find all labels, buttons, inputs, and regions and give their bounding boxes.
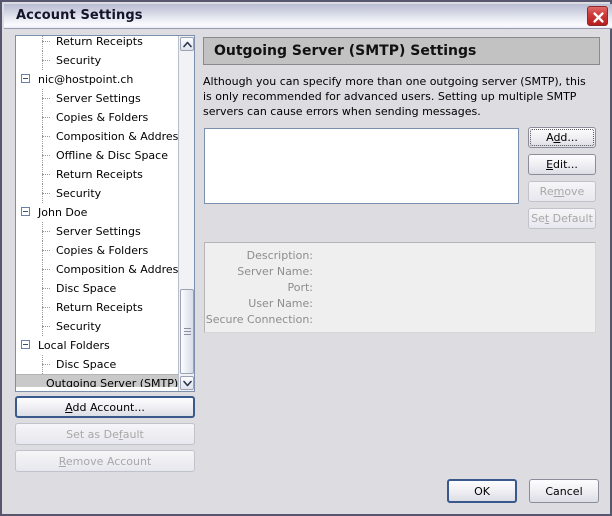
add-account-label: Add Account... <box>65 400 145 414</box>
cancel-button[interactable]: Cancel <box>529 479 599 503</box>
tree-line <box>42 155 50 157</box>
tree-item[interactable]: Security <box>16 184 178 203</box>
cancel-label: Cancel <box>545 484 583 498</box>
ok-button[interactable]: OK <box>447 479 517 503</box>
close-icon[interactable] <box>587 6 608 26</box>
tree-item[interactable]: Return Receipts <box>16 35 178 51</box>
title-bar: Account Settings <box>4 4 612 29</box>
tree-item-label: Return Receipts <box>56 35 143 48</box>
tree-scrollbar[interactable] <box>178 36 194 391</box>
chevron-up-icon[interactable] <box>180 37 194 51</box>
tree-item-label: Copies & Folders <box>56 111 149 124</box>
edit-server-label: Edit... <box>546 158 578 171</box>
tree-item[interactable]: Return Receipts <box>16 165 178 184</box>
detail-label: Server Name: <box>237 265 313 278</box>
tree-item-label: Return Receipts <box>56 168 143 181</box>
tree-item-label: John Doe <box>38 206 88 219</box>
detail-label: User Name: <box>248 297 313 310</box>
panel-description: Although you can specify more than one o… <box>203 75 586 118</box>
server-details-panel: Description: Server Name: Port: User Name: S… <box>204 242 596 333</box>
tree-line <box>42 41 50 43</box>
tree-item[interactable]: Return Receipts <box>16 298 178 317</box>
tree-line <box>42 307 50 309</box>
tree-line <box>42 117 50 119</box>
tree-item-label: Server Settings <box>56 92 141 105</box>
tree-item-label: Composition & Addressing <box>56 263 178 276</box>
remove-server-button[interactable]: Remove <box>528 181 596 202</box>
page-title: Outgoing Server (SMTP) Settings <box>214 43 477 59</box>
tree-item-label: Composition & Addressing <box>56 130 178 143</box>
collapse-icon[interactable] <box>21 340 30 349</box>
tree-item-label: Server Settings <box>56 225 141 238</box>
tree-item[interactable]: Server Settings <box>16 222 178 241</box>
accounts-tree[interactable]: Return Receipts Security nic@hostpoint.ch S… <box>15 35 195 392</box>
collapse-icon[interactable] <box>21 74 30 83</box>
tree-item[interactable]: John Doe <box>16 203 178 222</box>
tree-line <box>42 36 44 51</box>
tree-item-label: Security <box>56 187 102 200</box>
remove-server-label: Remove <box>539 185 585 198</box>
tree-item[interactable]: Copies & Folders <box>16 108 178 127</box>
set-as-default-button[interactable]: Set as Default <box>15 423 195 445</box>
detail-label: Port: <box>287 281 313 294</box>
tree-item-label: nic@hostpoint.ch <box>38 73 134 86</box>
set-default-server-button[interactable]: Set Default <box>528 208 596 229</box>
tree-line <box>42 136 50 138</box>
account-settings-dialog: Account Settings Return Receipts Security… <box>0 0 612 516</box>
tree-item[interactable]: Security <box>16 51 178 70</box>
tree-item-label: Outgoing Server (SMTP) <box>46 377 178 387</box>
tree-item-label: Copies & Folders <box>56 244 149 257</box>
tree-item[interactable]: Security <box>16 317 178 336</box>
set-default-server-label: Set Default <box>531 212 593 225</box>
tree-item-label: Security <box>56 54 102 67</box>
tree-item-label: Security <box>56 320 102 333</box>
tree-item[interactable]: Offline & Disc Space <box>16 146 178 165</box>
tree-item-label: Local Folders <box>38 339 110 352</box>
ok-label: OK <box>474 484 490 498</box>
detail-label: Description: <box>246 249 313 262</box>
set-as-default-label: Set as Default <box>66 427 144 441</box>
tree-item-label: Disc Space <box>56 282 117 295</box>
tree-line <box>42 364 50 366</box>
add-account-button[interactable]: Add Account... <box>15 396 195 418</box>
panel-header: Outgoing Server (SMTP) Settings <box>203 37 600 65</box>
tree-item[interactable]: nic@hostpoint.ch <box>16 70 178 89</box>
edit-server-button[interactable]: Edit... <box>528 154 596 175</box>
tree-item[interactable]: Composition & Addressing <box>16 260 178 279</box>
tree-line <box>42 60 50 62</box>
tree-item[interactable]: Local Folders <box>16 336 178 355</box>
tree-item[interactable]: Outgoing Server (SMTP) <box>16 374 178 387</box>
tree-line <box>42 231 50 233</box>
collapse-icon[interactable] <box>21 207 30 216</box>
tree-item-label: Return Receipts <box>56 301 143 314</box>
scrollbar-grip-icon <box>184 327 191 335</box>
chevron-down-icon[interactable] <box>180 376 194 390</box>
add-server-button[interactable]: Add... <box>528 127 596 148</box>
tree-line <box>42 193 50 195</box>
smtp-server-list[interactable] <box>204 128 519 204</box>
tree-line <box>42 98 50 100</box>
tree-item[interactable]: Server Settings <box>16 89 178 108</box>
tree-line <box>42 288 50 290</box>
window-title: Account Settings <box>16 8 143 23</box>
detail-label: Secure Connection: <box>205 313 313 326</box>
remove-account-button[interactable]: Remove Account <box>15 450 195 472</box>
tree-line <box>42 269 50 271</box>
accounts-tree-rows: Return Receipts Security nic@hostpoint.ch S… <box>16 35 178 387</box>
tree-item[interactable]: Composition & Addressing <box>16 127 178 146</box>
tree-scrollbar-thumb[interactable] <box>180 289 194 374</box>
tree-item-label: Offline & Disc Space <box>56 149 168 162</box>
add-server-label: Add... <box>546 131 578 144</box>
tree-item[interactable]: Copies & Folders <box>16 241 178 260</box>
tree-line <box>42 326 50 328</box>
tree-item[interactable]: Disc Space <box>16 279 178 298</box>
tree-line <box>42 174 50 176</box>
tree-item[interactable]: Disc Space <box>16 355 178 374</box>
tree-item-label: Disc Space <box>56 358 117 371</box>
tree-line <box>42 250 50 252</box>
remove-account-label: Remove Account <box>58 454 152 468</box>
